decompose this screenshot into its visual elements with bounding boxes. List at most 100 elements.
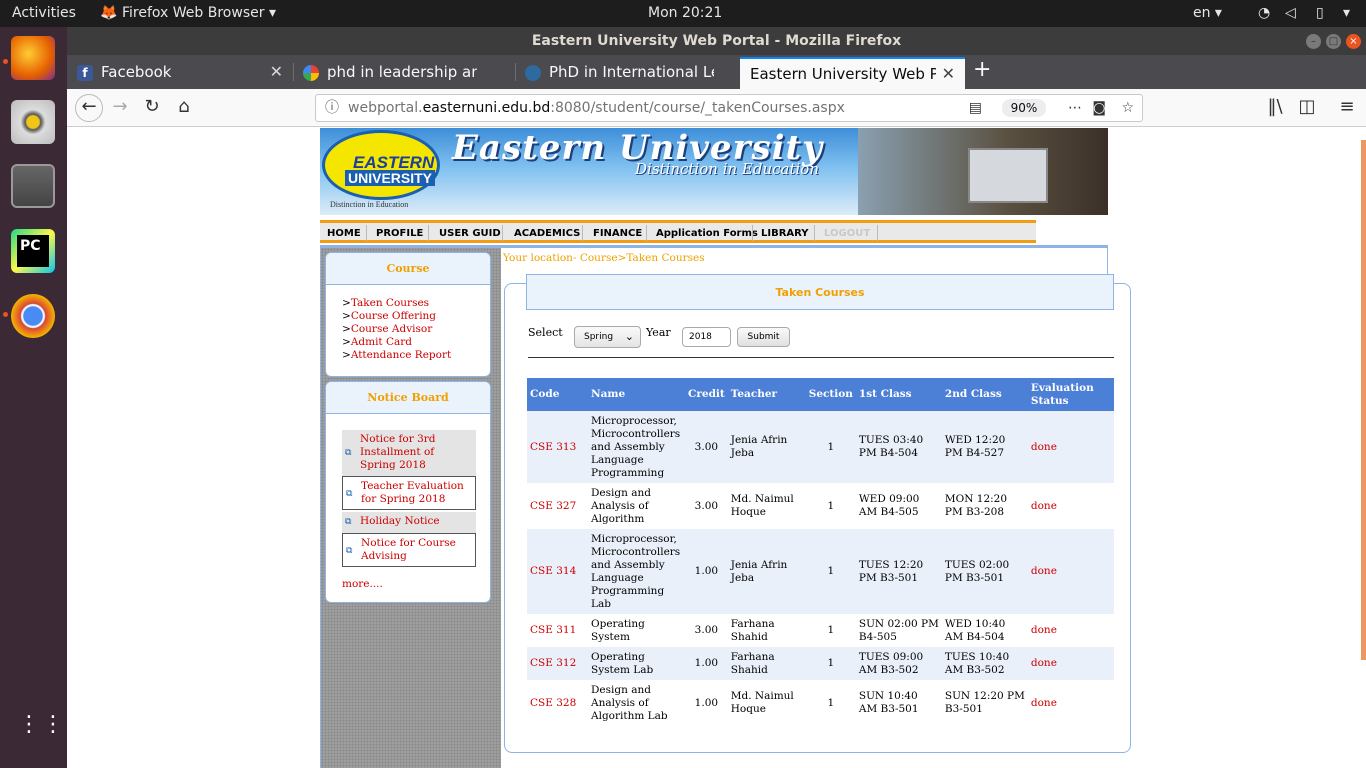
breadcrumb: Your location- Course>Taken Courses	[503, 252, 705, 264]
course-code[interactable]: CSE 313	[527, 411, 588, 483]
more-notices-link[interactable]: more....	[342, 578, 383, 590]
close-window-icon[interactable]: ×	[1346, 34, 1361, 49]
notice-item[interactable]: ⧉ Notice for 3rd Installment of Spring 2…	[342, 430, 476, 476]
lab-equipment-image	[968, 148, 1048, 203]
course-name: Microprocessor, Microcontrollers and Ass…	[588, 529, 685, 614]
forward-icon[interactable]: →	[108, 96, 132, 117]
files-dock-icon[interactable]	[11, 164, 55, 208]
submit-button[interactable]: Submit	[737, 327, 790, 347]
year-input[interactable]: 2018	[682, 327, 731, 347]
link-attendance-report[interactable]: Attendance Report	[351, 349, 451, 361]
zoom-indicator[interactable]: 90%	[1002, 99, 1046, 117]
menu-finance[interactable]: FINANCE	[593, 228, 642, 239]
course-link-item: >Course Offering	[342, 310, 437, 322]
col-credit: Credit	[685, 378, 728, 411]
page-scrollbar[interactable]	[1361, 140, 1366, 660]
close-tab-icon[interactable]: ✕	[942, 59, 955, 89]
course-code[interactable]: CSE 312	[527, 647, 588, 680]
course-code[interactable]: CSE 311	[527, 614, 588, 647]
info-icon[interactable]: ⓘ	[325, 95, 339, 121]
course-section: 1	[827, 624, 835, 636]
evaluation-status[interactable]: done	[1028, 614, 1114, 647]
tab-google-search[interactable]: phd in leadership and ma ✕	[293, 57, 515, 89]
tab-eastern-university[interactable]: Eastern University Web Port ✕	[740, 57, 965, 89]
battery-icon[interactable]: ▯	[1316, 5, 1324, 21]
evaluation-status[interactable]: done	[1027, 647, 1114, 680]
course-code[interactable]: CSE 327	[527, 483, 588, 529]
evaluation-status[interactable]: done	[1027, 411, 1114, 483]
course-code[interactable]: CSE 314	[527, 529, 588, 614]
reload-icon[interactable]: ↻	[140, 96, 164, 117]
link-admit-card[interactable]: Admit Card	[351, 336, 412, 348]
evaluation-status[interactable]: done	[1027, 529, 1114, 614]
first-class: WED 09:00 AM B4-505	[858, 493, 920, 518]
course-name: Microprocessor, Microcontrollers and Ass…	[588, 411, 685, 483]
menu-logout[interactable]: LOGOUT	[824, 228, 870, 239]
menu-academics[interactable]: ACADEMICS	[514, 228, 580, 239]
rhythmbox-dock-icon[interactable]	[11, 100, 55, 144]
evaluation-status[interactable]: done	[1028, 680, 1114, 726]
link-taken-courses[interactable]: Taken Courses	[351, 297, 429, 309]
evaluation-status[interactable]: done	[1028, 483, 1114, 529]
reader-view-icon[interactable]: ▤	[969, 95, 982, 121]
course-name: Design and Analysis of Algorithm	[591, 486, 651, 525]
page-actions-icon[interactable]: ⋯	[1068, 95, 1082, 121]
app-menu[interactable]: Firefox Web Browser ▾	[122, 5, 276, 21]
course-section: 1	[805, 411, 856, 483]
bookmark-star-icon[interactable]: ☆	[1121, 95, 1134, 121]
hamburger-menu-icon[interactable]: ≡	[1335, 96, 1359, 117]
page-title: Taken Courses	[526, 274, 1114, 310]
semester-value: Spring	[584, 332, 614, 342]
menu-library[interactable]: LIBRARY	[761, 228, 809, 239]
home-icon[interactable]: ⌂	[172, 96, 196, 117]
show-apps-icon[interactable]: ⋮⋮⋮	[18, 714, 88, 750]
year-label: Year	[646, 326, 671, 339]
globe-icon	[525, 65, 541, 81]
pocket-icon[interactable]: ◙	[1092, 95, 1106, 121]
table-row: CSE 311 Operating System 3.00 Farhana Shahi…	[527, 614, 1114, 647]
pycharm-dock-icon[interactable]: PC	[11, 229, 55, 273]
menu-separator	[752, 225, 753, 241]
semester-select[interactable]: Spring ⌄	[574, 326, 641, 348]
firefox-icon: 🦊	[100, 5, 118, 21]
link-course-advisor[interactable]: Course Advisor	[351, 323, 432, 335]
system-menu-icon[interactable]: ▾	[1343, 5, 1350, 21]
first-class: SUN 02:00 PM B4-505	[858, 617, 939, 643]
menu-user-guide[interactable]: USER GUID	[439, 228, 501, 239]
link-course-offering[interactable]: Course Offering	[351, 310, 436, 322]
course-code[interactable]: CSE 328	[527, 680, 588, 726]
new-tab-icon[interactable]: +	[973, 57, 991, 82]
menu-application-forms[interactable]: Application Forms	[656, 228, 758, 239]
maximize-icon[interactable]: □	[1326, 34, 1341, 49]
back-icon[interactable]: ←	[75, 94, 103, 122]
course-link-item: >Course Advisor	[342, 323, 433, 335]
firefox-dock-icon[interactable]	[11, 36, 55, 80]
tab-facebook[interactable]: f Facebook ✕	[67, 57, 293, 89]
menu-home[interactable]: HOME	[327, 228, 361, 239]
library-icon[interactable]: ‖\	[1263, 96, 1287, 117]
url-path: :8080/student/course/_takenCourses.aspx	[550, 100, 845, 116]
language-indicator[interactable]: en ▾	[1193, 5, 1222, 21]
sidebar-toggle-icon[interactable]: ◫	[1295, 96, 1319, 117]
clock[interactable]: Mon 20:21	[648, 5, 722, 21]
course-credit: 3.00	[685, 411, 728, 483]
first-class: TUES 12:20 PM B3-501	[855, 529, 942, 614]
close-tab-icon[interactable]: ✕	[270, 57, 283, 87]
course-section: 1	[805, 529, 856, 614]
notice-item[interactable]: ⧉ Teacher Evaluation for Spring 2018	[342, 476, 476, 510]
facebook-icon: f	[77, 65, 93, 81]
volume-icon[interactable]: ◁	[1285, 5, 1296, 21]
course-link-item: >Taken Courses	[342, 297, 430, 309]
menu-profile[interactable]: PROFILE	[376, 228, 423, 239]
url-bar[interactable]: ⓘ webportal.easternuni.edu.bd:8080/stude…	[315, 94, 1143, 122]
notice-item[interactable]: ⧉ Holiday Notice	[342, 512, 476, 533]
notice-item[interactable]: ⧉ Notice for Course Advising	[342, 533, 476, 567]
minimize-icon[interactable]: –	[1306, 34, 1321, 49]
table-row: CSE 328 Design and Analysis of Algorithm …	[527, 680, 1114, 726]
tab-phd-international[interactable]: PhD in International Lead	[515, 57, 740, 89]
tab-bar: f Facebook ✕ phd in leadership and ma ✕ …	[67, 55, 1366, 89]
activities-button[interactable]: Activities	[12, 5, 76, 21]
university-logo[interactable]: EASTERN UNIVERSITY	[322, 130, 440, 200]
wifi-icon[interactable]: ◔	[1258, 5, 1270, 21]
chrome-dock-icon[interactable]	[11, 294, 55, 338]
